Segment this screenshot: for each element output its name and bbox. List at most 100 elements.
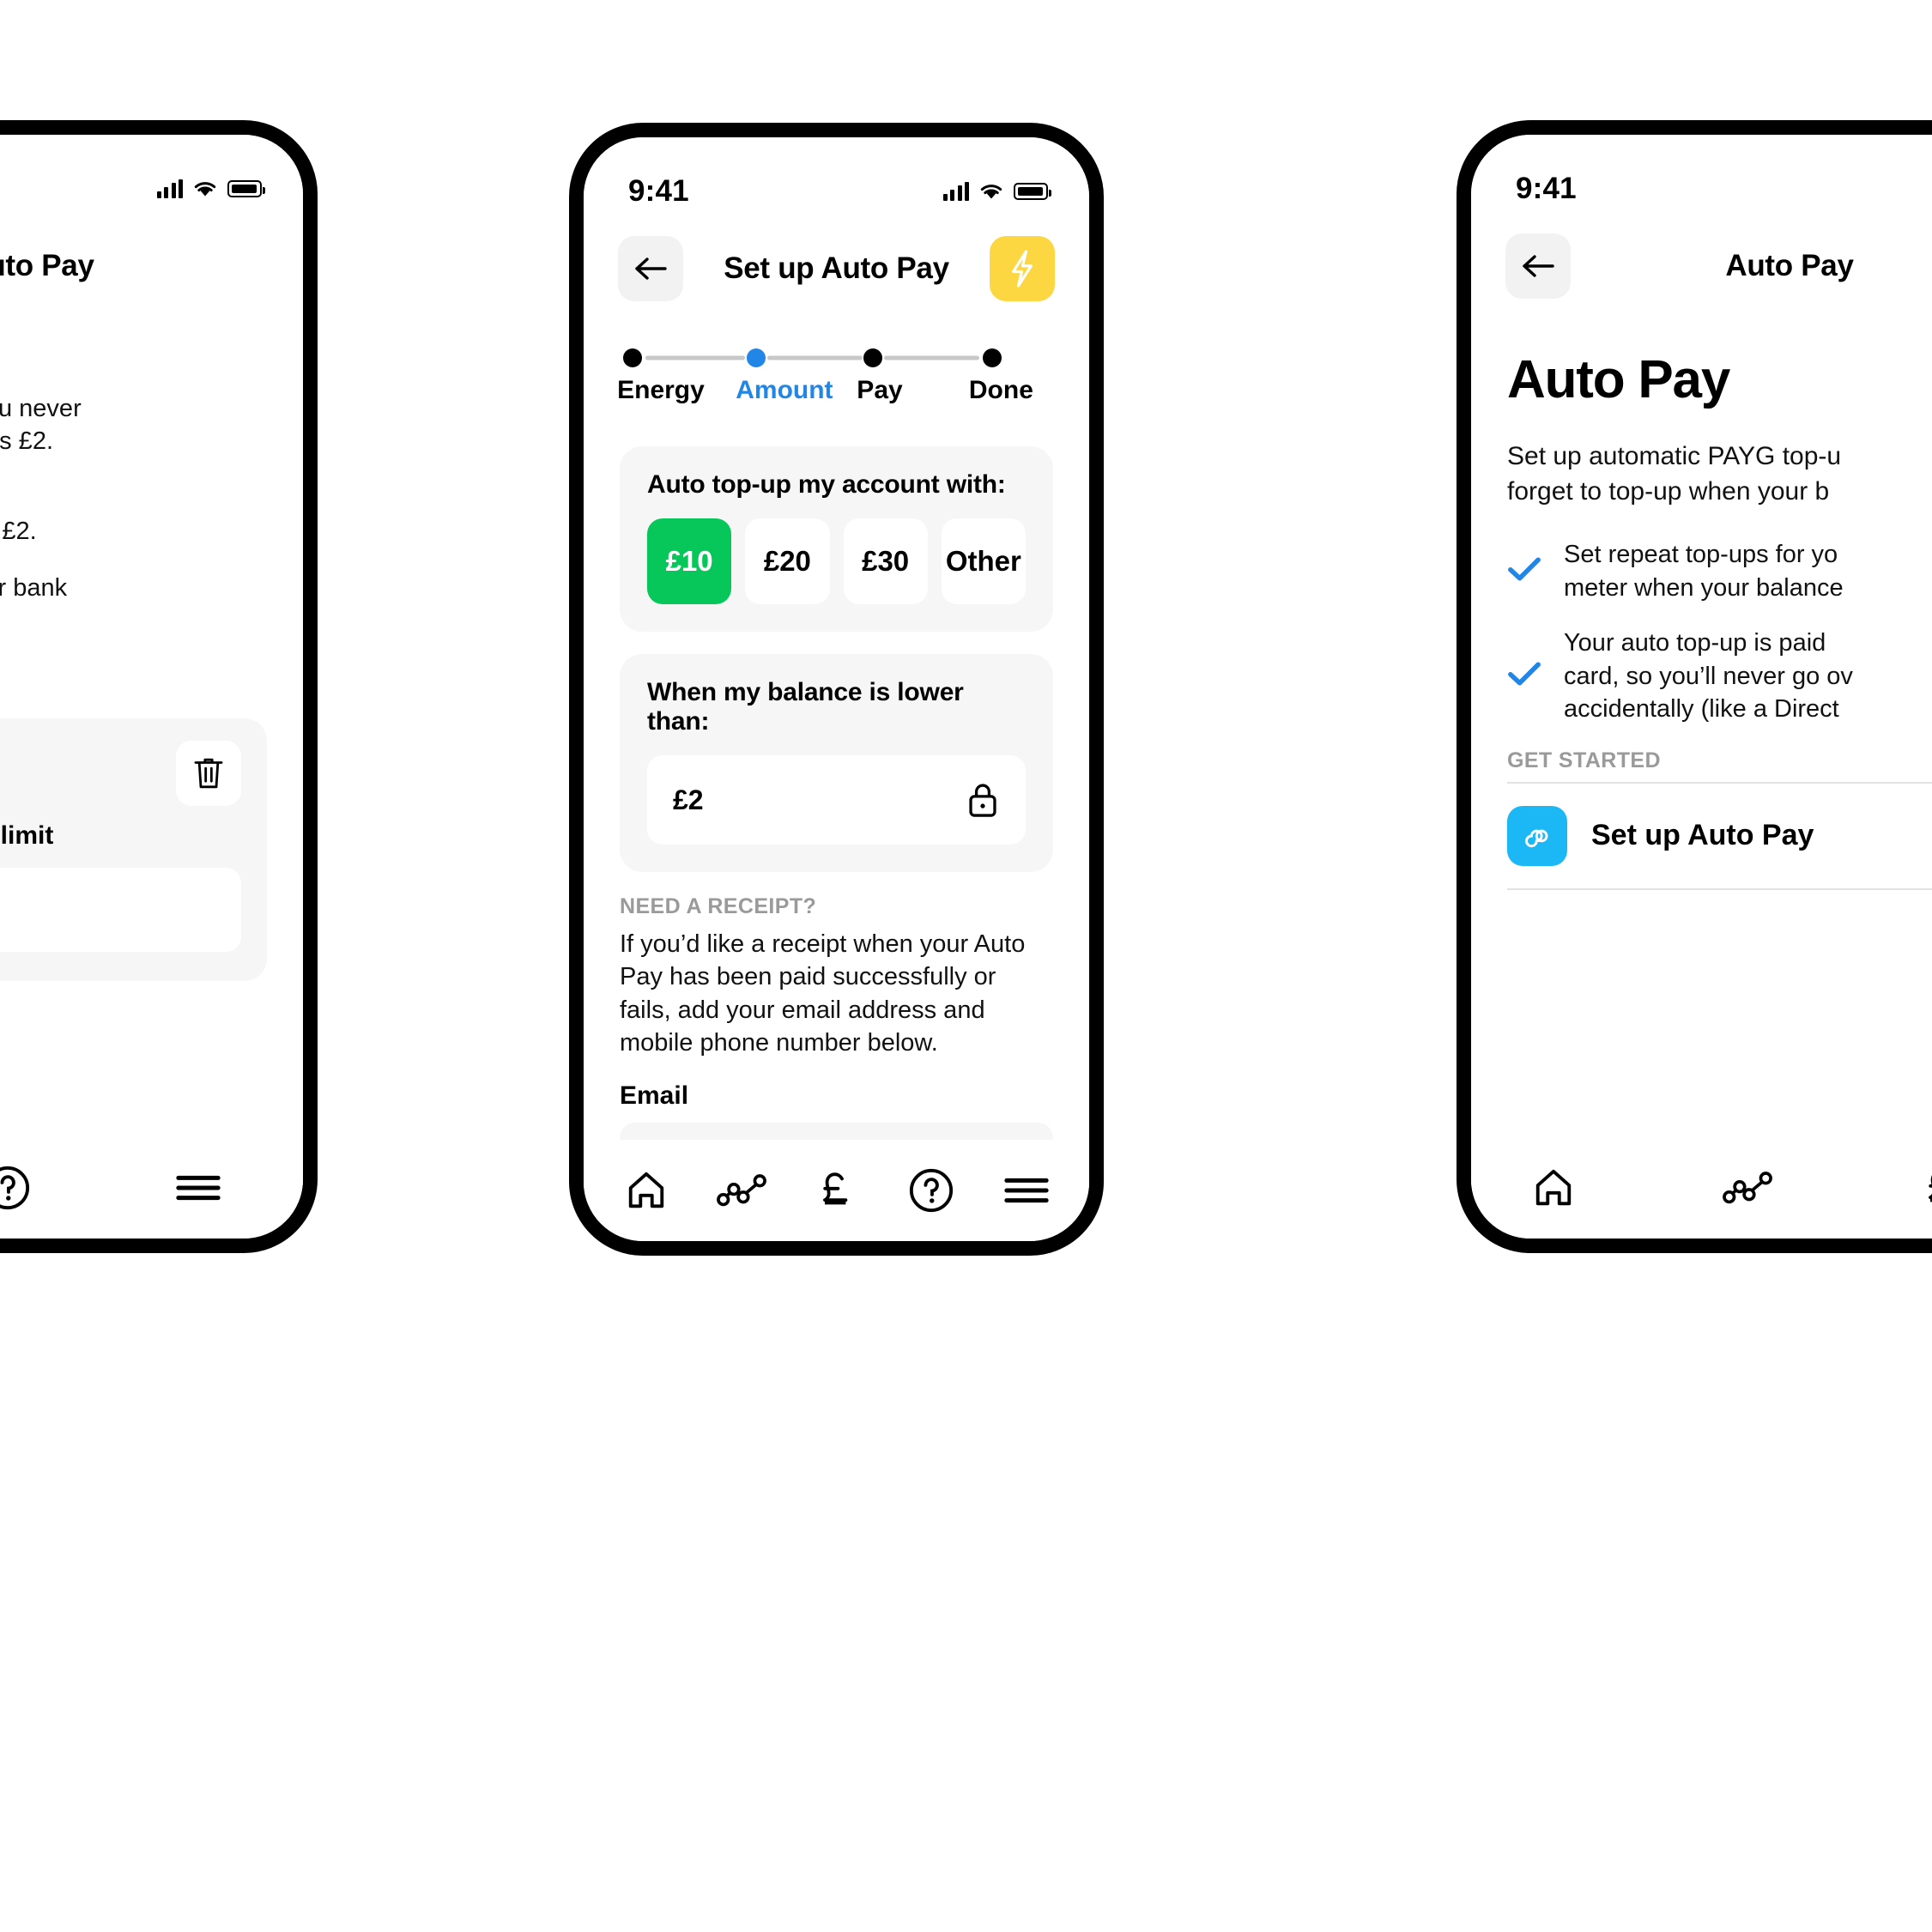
stepper-label-pay[interactable]: Pay [857, 376, 902, 405]
left-text-block: c PAYG top-ups so you never when your ba… [0, 392, 303, 670]
status-icons [942, 182, 1051, 201]
list-divider-bottom [1507, 887, 1932, 890]
left-paragraph-1-line-2: when your balance hits £2. [0, 427, 53, 456]
amount-option-30[interactable]: £30 [843, 518, 928, 604]
benefit-text-2: Your auto top-up is paid card, so you’ll… [1564, 627, 1853, 726]
topup-amount-card: Auto top-up my account with: £10 £20 £30… [620, 446, 1053, 632]
phone-right: 9:41 Auto Pay Auto Pay Set up automatic … [1457, 120, 1932, 1253]
balance-threshold-value: £2 [673, 784, 704, 815]
tab-bar-mid [584, 1140, 1089, 1241]
content-left: c PAYG top-ups so you never when your ba… [0, 392, 303, 1137]
intro-block: Auto Pay Set up automatic PAYG top-u for… [1471, 349, 1932, 773]
stepper-label-amount[interactable]: Amount [736, 376, 833, 405]
status-time: 9:41 [1516, 172, 1577, 205]
tab-payments-mid[interactable] [790, 1154, 882, 1227]
phone-left-screen: 9:41 Auto Pay c PAYG top-ups [0, 135, 303, 1239]
left-paragraph-3-line-3: (like a Direct Debit). [0, 638, 267, 670]
stepper-track [620, 347, 1053, 369]
tab-home-right[interactable] [1507, 1151, 1600, 1225]
back-button[interactable] [1505, 233, 1571, 299]
stepper-line-1 [645, 355, 746, 360]
topup-amount-options: £10 £20 £30 Other [647, 518, 1026, 604]
email-input[interactable]: sam@example.com [620, 1123, 1053, 1140]
credit-limit-value[interactable]: £2.00 [0, 867, 241, 952]
menu-icon [1004, 1178, 1049, 1203]
tab-usage-mid[interactable] [695, 1154, 788, 1227]
balance-threshold-card: When my balance is lower than: £2 [620, 654, 1053, 872]
wifi-icon [980, 185, 1002, 199]
amount-option-other[interactable]: Other [941, 518, 1026, 604]
left-paragraph-1-line-1: c PAYG top-ups so you never [0, 395, 82, 422]
stepper-label-energy[interactable]: Energy [617, 376, 705, 405]
stepper-line-3 [884, 355, 980, 360]
check-icon [1507, 555, 1541, 587]
left-paragraph-2-line-2: your balance reaches £2. [0, 517, 37, 545]
balance-threshold-title: When my balance is lower than: [647, 678, 964, 736]
tab-help-mid[interactable] [885, 1154, 978, 1227]
signal-icon [156, 179, 183, 198]
credit-limit-card: Credit limit £2.00 [0, 718, 267, 981]
help-icon [0, 1166, 30, 1210]
left-paragraph-1: c PAYG top-ups so you never when your ba… [0, 392, 267, 458]
screenshot-stage: 9:41 Auto Pay c PAYG top-ups [0, 0, 1932, 1932]
status-icons [156, 179, 265, 198]
stepper-node-amount[interactable] [747, 348, 766, 367]
credit-limit-label: Credit limit [0, 821, 54, 850]
usage-icon [1723, 1172, 1772, 1204]
back-button[interactable] [618, 236, 683, 301]
amount-option-10[interactable]: £10 [647, 518, 732, 604]
status-bar-mid: 9:41 [584, 137, 1089, 216]
tab-menu-mid[interactable] [980, 1154, 1073, 1227]
left-paragraph-2-line-1: op-ups for your PAYG [0, 482, 267, 515]
page-title-right: Auto Pay [1725, 249, 1854, 282]
tab-help-left[interactable] [0, 1151, 52, 1225]
intro-body-line-1: Set up automatic PAYG top-u [1507, 442, 1842, 470]
status-bar-left: 9:41 [0, 135, 303, 214]
pound-icon [823, 1172, 848, 1205]
tab-payments-right[interactable] [1895, 1151, 1932, 1225]
back-arrow-icon [635, 257, 667, 280]
delete-button[interactable] [176, 740, 241, 806]
setup-auto-pay-row[interactable]: Set up Auto Pay [1507, 784, 1932, 888]
menu-icon [176, 1175, 221, 1201]
tab-bar-left [0, 1137, 303, 1239]
balance-threshold-field[interactable]: £2 [647, 755, 1026, 845]
stepper-node-done[interactable] [983, 348, 1002, 367]
benefit-1-line-2: meter when your balance [1564, 573, 1844, 602]
lightning-bolt-icon [1012, 250, 1033, 288]
left-paragraph-3: op-up is paid with your bank ll never go… [0, 572, 267, 670]
stepper-line-2 [766, 355, 863, 360]
intro-body-line-2: forget to top-up when your b [1507, 476, 1830, 506]
phone-middle-screen: 9:41 Set up Auto Pay Energy Amount Pay D… [584, 137, 1089, 1241]
home-icon [1535, 1169, 1572, 1206]
page-title-left: Auto Pay [0, 249, 94, 282]
usage-icon [716, 1174, 766, 1207]
phone-left: 9:41 Auto Pay c PAYG top-ups [0, 120, 318, 1253]
lock-icon [969, 784, 996, 817]
tab-home-mid[interactable] [600, 1154, 693, 1227]
intro-body: Set up automatic PAYG top-u forget to to… [1507, 439, 1932, 509]
infinity-icon [1507, 805, 1567, 866]
stepper-node-energy[interactable] [623, 348, 643, 367]
nav-bar-mid: Set up Auto Pay [584, 216, 1089, 321]
help-icon [910, 1168, 954, 1213]
stepper-node-pay[interactable] [863, 348, 883, 367]
home-icon [629, 1172, 664, 1208]
amount-option-20[interactable]: £20 [745, 518, 830, 604]
nav-bar-left: Auto Pay [0, 214, 303, 318]
tab-usage-right[interactable] [1701, 1151, 1794, 1225]
battery-icon [1014, 183, 1051, 200]
stepper-label-done[interactable]: Done [969, 376, 1033, 405]
email-label: Email [620, 1081, 689, 1111]
status-time: 9:41 [628, 174, 689, 208]
tab-menu-left[interactable] [154, 1151, 243, 1225]
receipt-eyebrow: NEED A RECEIPT? [620, 894, 817, 918]
back-arrow-icon [1523, 255, 1554, 277]
setup-auto-pay-label: Set up Auto Pay [1591, 819, 1814, 852]
status-bar-right: 9:41 [1471, 135, 1932, 214]
phone-middle: 9:41 Set up Auto Pay Energy Amount Pay D… [569, 123, 1104, 1256]
trash-icon [194, 758, 223, 789]
boost-button[interactable] [990, 236, 1055, 301]
tab-bar-right [1471, 1137, 1932, 1239]
left-paragraph-3-line-2: ll never go overdrawn [0, 604, 267, 637]
